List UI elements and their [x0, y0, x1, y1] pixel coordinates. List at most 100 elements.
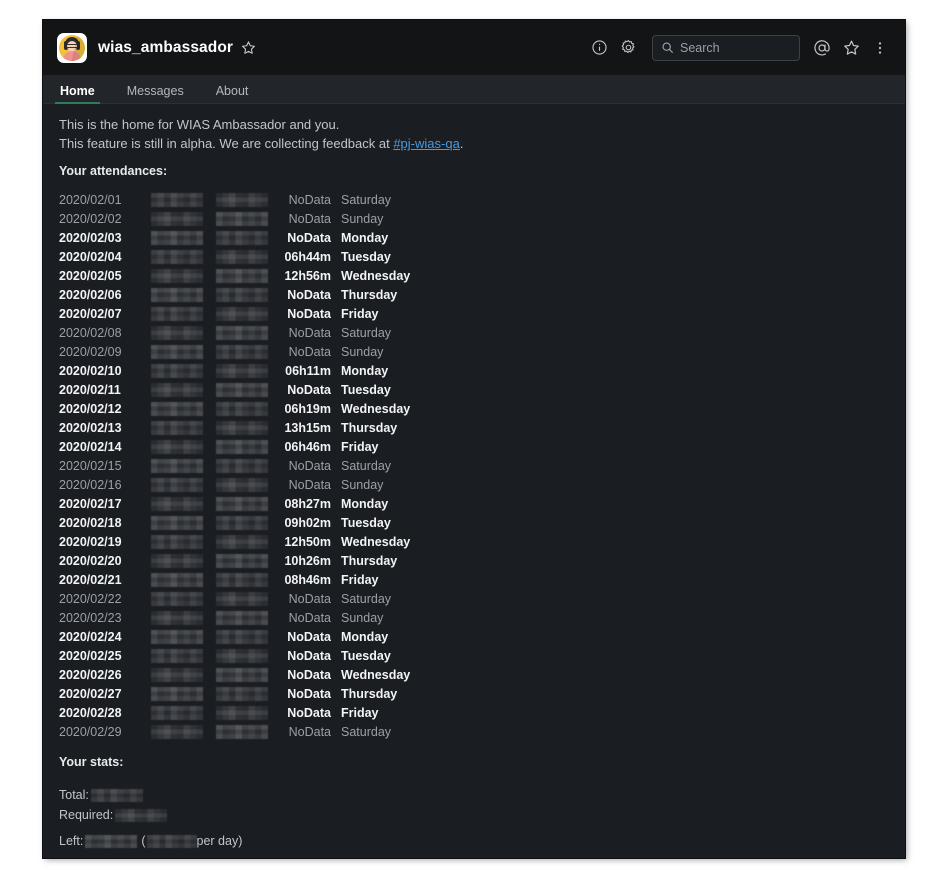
stat-left-label: Left:: [59, 834, 84, 848]
attendance-date: 2020/02/24: [59, 629, 122, 644]
search-placeholder: Search: [680, 40, 720, 55]
table-row: 2020/02/06 NoData Thursday: [43, 285, 905, 304]
attendance-duration: NoData: [288, 458, 331, 473]
table-row: 2020/02/04 06h44m Tuesday: [43, 247, 905, 266]
search-input[interactable]: Search: [652, 34, 800, 61]
attendance-table: 2020/02/01 NoData Saturday 2020/02/02 NoData…: [43, 185, 905, 744]
stat-left-row: Left: ( per day): [59, 831, 889, 851]
attendance-weekday: Thursday: [341, 420, 398, 435]
kebab-menu-icon[interactable]: [867, 35, 893, 61]
attendance-clock-in-redacted: [151, 553, 203, 568]
attendance-clock-in-redacted: [151, 477, 203, 492]
attendance-duration: 09h02m: [284, 515, 331, 530]
attendance-weekday: Saturday: [341, 192, 392, 207]
stat-per-day-suffix: per day): [196, 834, 243, 848]
table-row: 2020/02/21 08h46m Friday: [43, 570, 905, 589]
attendance-clock-out-redacted: [216, 629, 268, 644]
attendance-weekday: Friday: [341, 705, 379, 720]
attendance-weekday: Wednesday: [341, 534, 411, 549]
attendance-date: 2020/02/25: [59, 648, 122, 663]
stat-total-label: Total:: [59, 788, 89, 802]
table-row: 2020/02/02 NoData Sunday: [43, 209, 905, 228]
table-row: 2020/02/22 NoData Saturday: [43, 589, 905, 608]
attendance-date: 2020/02/01: [59, 192, 122, 207]
stat-per-day-value-redacted: [146, 834, 197, 848]
saved-items-star-icon[interactable]: [838, 35, 864, 61]
attendance-date: 2020/02/10: [59, 363, 122, 378]
attendance-clock-out-redacted: [216, 401, 268, 416]
attendance-clock-in-redacted: [151, 363, 203, 378]
attendance-weekday: Thursday: [341, 287, 398, 302]
attendance-weekday: Tuesday: [341, 648, 391, 663]
table-row: 2020/02/28 NoData Friday: [43, 703, 905, 722]
attendance-date: 2020/02/02: [59, 211, 122, 226]
search-icon: [661, 41, 674, 54]
tab-about[interactable]: About: [214, 84, 251, 104]
attendance-duration: 13h15m: [284, 420, 331, 435]
attendance-date: 2020/02/03: [59, 230, 122, 245]
intro-line-2-period: .: [459, 136, 464, 151]
attendance-date: 2020/02/28: [59, 705, 122, 720]
info-circle-icon[interactable]: [586, 35, 612, 61]
intro-line-2: This feature is still in alpha. We are c…: [59, 134, 889, 153]
attendance-clock-out-redacted: [216, 439, 268, 454]
stat-total-row: Total:: [59, 785, 889, 805]
attendance-clock-in-redacted: [151, 724, 203, 739]
home-tab-content: This is the home for WIAS Ambassador and…: [43, 104, 905, 858]
stats-heading: Your stats:: [59, 755, 124, 769]
at-mention-icon[interactable]: [809, 35, 835, 61]
attendance-duration: NoData: [288, 325, 331, 340]
table-row: 2020/02/15 NoData Saturday: [43, 456, 905, 475]
attendances-heading: Your attendances:: [59, 164, 168, 178]
pj-wias-qa-channel-link[interactable]: #pj-wias-qa: [393, 136, 459, 151]
attendance-weekday: Monday: [341, 496, 389, 511]
attendance-clock-out-redacted: [216, 363, 268, 378]
attendance-clock-in-redacted: [151, 572, 203, 587]
attendance-date: 2020/02/29: [59, 724, 122, 739]
attendance-clock-out-redacted: [216, 325, 268, 340]
gear-icon[interactable]: [615, 35, 641, 61]
attendance-weekday: Wednesday: [341, 268, 411, 283]
attendance-clock-out-redacted: [216, 287, 268, 302]
attendance-clock-in-redacted: [151, 401, 203, 416]
attendance-date: 2020/02/05: [59, 268, 122, 283]
table-row: 2020/02/23 NoData Sunday: [43, 608, 905, 627]
attendance-clock-out-redacted: [216, 306, 268, 321]
intro-line-1: This is the home for WIAS Ambassador and…: [59, 117, 340, 132]
table-row: 2020/02/12 06h19m Wednesday: [43, 399, 905, 418]
avatar-background: [59, 34, 85, 61]
workspace-header: wias_ambassador Search: [43, 20, 905, 75]
attendance-clock-in-redacted: [151, 344, 203, 359]
table-row: 2020/02/11 NoData Tuesday: [43, 380, 905, 399]
table-row: 2020/02/27 NoData Thursday: [43, 684, 905, 703]
attendance-clock-in-redacted: [151, 420, 203, 435]
attendance-clock-in-redacted: [151, 534, 203, 549]
attendance-weekday: Saturday: [341, 458, 392, 473]
attendance-clock-in-redacted: [151, 610, 203, 625]
attendance-clock-in-redacted: [151, 306, 203, 321]
table-row: 2020/02/09 NoData Sunday: [43, 342, 905, 361]
tab-home[interactable]: Home: [55, 84, 100, 104]
attendance-duration: 12h56m: [284, 268, 331, 283]
table-row: 2020/02/13 13h15m Thursday: [43, 418, 905, 437]
attendance-weekday: Saturday: [341, 591, 392, 606]
attendance-date: 2020/02/21: [59, 572, 122, 587]
attendance-clock-in-redacted: [151, 439, 203, 454]
attendance-clock-out-redacted: [216, 515, 268, 530]
attendance-weekday: Tuesday: [341, 249, 391, 264]
attendance-weekday: Sunday: [341, 477, 384, 492]
star-outline-icon[interactable]: [241, 40, 256, 55]
avatar[interactable]: [57, 32, 87, 63]
attendance-clock-in-redacted: [151, 192, 203, 207]
tab-messages[interactable]: Messages: [125, 84, 186, 104]
attendance-clock-in-redacted: [151, 686, 203, 701]
attendance-clock-in-redacted: [151, 325, 203, 340]
table-row: 2020/02/19 12h50m Wednesday: [43, 532, 905, 551]
attendance-date: 2020/02/13: [59, 420, 122, 435]
attendance-clock-out-redacted: [216, 610, 268, 625]
slack-app-window: wias_ambassador Search Home Messages Abo…: [43, 20, 905, 858]
attendance-weekday: Monday: [341, 363, 389, 378]
intro-block: This is the home for WIAS Ambassador and…: [43, 104, 905, 153]
page-title: wias_ambassador: [98, 38, 234, 56]
attendance-date: 2020/02/17: [59, 496, 122, 511]
